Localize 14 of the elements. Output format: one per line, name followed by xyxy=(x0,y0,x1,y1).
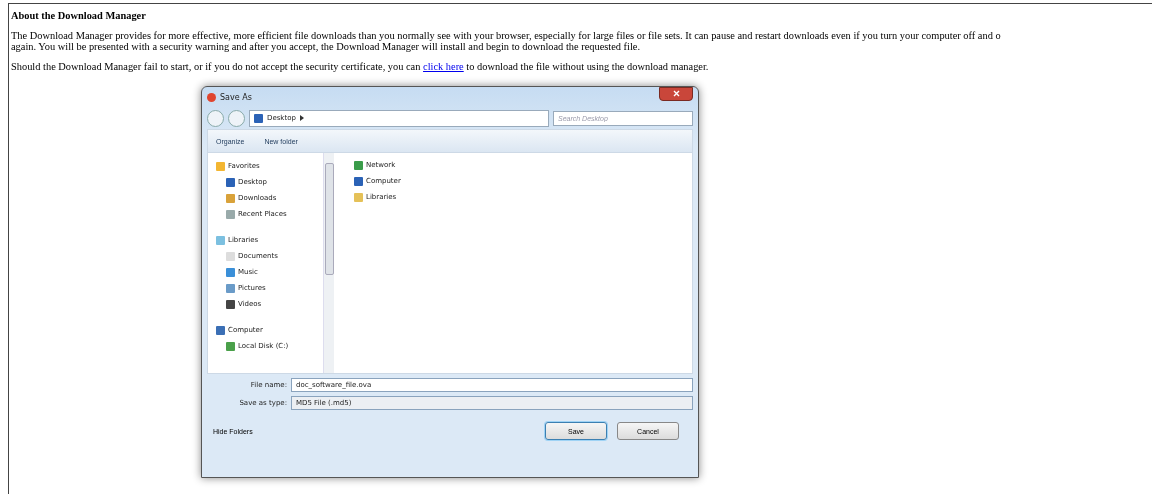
click-here-link[interactable]: click here xyxy=(423,61,464,72)
window-title: Save As xyxy=(220,92,253,102)
scrollbar[interactable] xyxy=(323,153,334,373)
forward-button[interactable] xyxy=(228,109,245,127)
paragraph-line: again. You will be presented with a security warning and after you accept, the Download Manager will install and begin to download the requested file. xyxy=(11,41,642,52)
close-icon xyxy=(672,89,680,97)
desktop-icon xyxy=(254,113,263,123)
close-button[interactable] xyxy=(659,87,693,101)
back-button[interactable] xyxy=(207,109,224,127)
chevron-icon xyxy=(299,115,304,121)
fallback-paragraph: Should the Download Manager fail to start, or if you do not accept the security certificate, you can click here to download the file without using the download manager. xyxy=(11,61,710,72)
browser-icon xyxy=(207,92,216,102)
paragraph-line: The Download Manager provides for more effective, more efficient file downloads than you normally see with your browser, especially for large files or file sets. It can pause and restart downloads even if you turn your computer off and o xyxy=(11,30,1002,41)
article-heading: About the Download Manager xyxy=(11,10,147,21)
